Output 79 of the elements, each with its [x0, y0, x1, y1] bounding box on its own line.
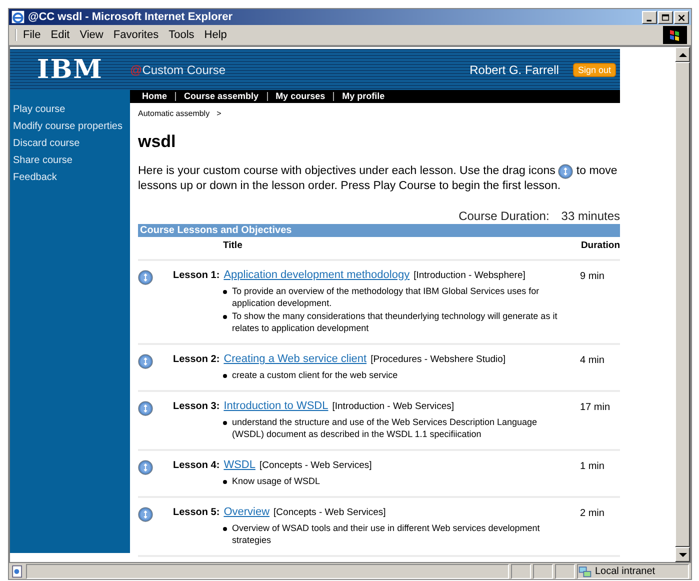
- zone-text: Local intranet: [595, 566, 656, 576]
- lesson-link[interactable]: WSDL: [224, 459, 256, 471]
- objective-text: Know usage of WSDL: [232, 475, 320, 487]
- page-heading: wsdl: [138, 132, 177, 152]
- objective-text: create a custom client for the web service: [232, 369, 398, 381]
- objective-text: To provide an overview of the methodology that IBM Global Services uses for application development.: [232, 285, 540, 309]
- drag-icon: [558, 164, 574, 179]
- nav-link[interactable]: Home: [134, 92, 176, 101]
- lesson-category: [Introduction - Web Services]: [332, 401, 454, 412]
- duration-value: 33 minutes: [561, 209, 620, 223]
- menu-item[interactable]: Favorites: [113, 29, 159, 41]
- column-header: Duration: [580, 240, 620, 251]
- scroll-up-button[interactable]: [675, 47, 690, 62]
- network-icon: [578, 564, 592, 578]
- drag-icon[interactable]: [138, 507, 153, 522]
- menu-item[interactable]: Edit: [50, 29, 70, 41]
- lesson-duration: 17 min: [580, 402, 612, 413]
- intro-text: lessons up or down in the lesson order. Press Play Course to begin the first lesson.: [138, 179, 561, 194]
- lesson-duration: 4 min: [580, 355, 606, 366]
- site-title: Custom Course: [142, 62, 226, 76]
- table-caption: Course Lessons and Objectives: [138, 224, 620, 237]
- maximize-button[interactable]: [658, 10, 673, 24]
- breadcrumb-link[interactable]: Automatic assembly: [138, 109, 210, 118]
- lesson-category: [Concepts - Web Services]: [274, 507, 386, 518]
- minimize-button[interactable]: [642, 10, 657, 24]
- lesson-category: [Concepts - Web Services]: [259, 460, 372, 471]
- lesson-category: [Introduction - Websphere]: [414, 270, 526, 281]
- ibm-logo: IBM: [37, 54, 103, 84]
- intro-text: Here is your custom course with objectives under each lesson. Use the drag icons: [138, 164, 556, 179]
- bullet-icon: [223, 421, 227, 425]
- menu-item[interactable]: Tools: [168, 29, 194, 41]
- menu-item[interactable]: File: [23, 29, 41, 41]
- bullet-icon: [223, 374, 227, 378]
- sidebar-link[interactable]: Play course: [10, 104, 68, 115]
- objective-text: understand the structure and use of the Web Services Description Language (WSDL) document as described in the WSDL 1.1 specifiication: [232, 416, 538, 440]
- nav-link[interactable]: My courses: [268, 92, 334, 101]
- drag-icon[interactable]: [138, 354, 153, 369]
- at-sign: @: [130, 62, 142, 76]
- bullet-icon: [223, 290, 227, 294]
- sidebar-link[interactable]: Share course: [10, 155, 76, 166]
- lesson-label: Lesson 2:: [173, 354, 220, 365]
- column-header: Title: [223, 240, 244, 251]
- windows-logo-icon: [661, 26, 689, 44]
- lesson-label: Lesson 1:: [173, 270, 220, 281]
- lesson-label: Lesson 4:: [173, 460, 220, 471]
- intro-text: to move: [576, 164, 618, 179]
- nav-link[interactable]: Course assembly: [176, 92, 268, 101]
- bullet-icon: [223, 480, 227, 484]
- bullet-icon: [223, 527, 227, 531]
- drag-icon[interactable]: [138, 401, 153, 416]
- sidebar-link[interactable]: Feedback: [10, 172, 60, 183]
- lesson-category: [Procedures - Webshere Studio]: [370, 354, 506, 365]
- lesson-label: Lesson 5:: [173, 507, 220, 518]
- bullet-icon: [223, 315, 227, 319]
- scroll-down-button[interactable]: [675, 547, 690, 562]
- lesson-link[interactable]: Overview: [224, 506, 270, 518]
- drag-icon[interactable]: [138, 460, 153, 475]
- objective-text: To show the many considerations that theunderlying technology will generate as it relates to application development: [232, 310, 558, 334]
- lesson-label: Lesson 3:: [173, 401, 220, 412]
- lesson-link[interactable]: Introduction to WSDL: [224, 400, 328, 412]
- nav-link[interactable]: My profile: [334, 92, 393, 101]
- page-icon: [11, 564, 24, 578]
- menu-item[interactable]: Help: [204, 29, 227, 41]
- lesson-link[interactable]: Creating a Web service client: [224, 353, 367, 365]
- sidebar-link[interactable]: Modify course properties: [10, 121, 126, 132]
- lesson-duration: 9 min: [580, 271, 606, 282]
- menu-item[interactable]: View: [80, 29, 104, 41]
- duration-label: Course Duration:: [458, 209, 550, 223]
- lesson-duration: 1 min: [580, 461, 606, 472]
- drag-icon[interactable]: [138, 270, 153, 285]
- browser-icon: [11, 10, 25, 24]
- close-button[interactable]: [674, 10, 689, 24]
- lesson-link[interactable]: Application development methodology: [224, 269, 410, 281]
- sidebar-link[interactable]: Discard course: [10, 138, 83, 149]
- lesson-duration: 2 min: [580, 508, 606, 519]
- user-name: Robert G. Farrell: [470, 62, 559, 76]
- window-title: @CC wsdl - Microsoft Internet Explorer: [28, 11, 234, 23]
- objective-text: Overview of WSAD tools and their use in different Web services development strategies: [232, 522, 541, 546]
- breadcrumb-separator: >: [216, 109, 222, 118]
